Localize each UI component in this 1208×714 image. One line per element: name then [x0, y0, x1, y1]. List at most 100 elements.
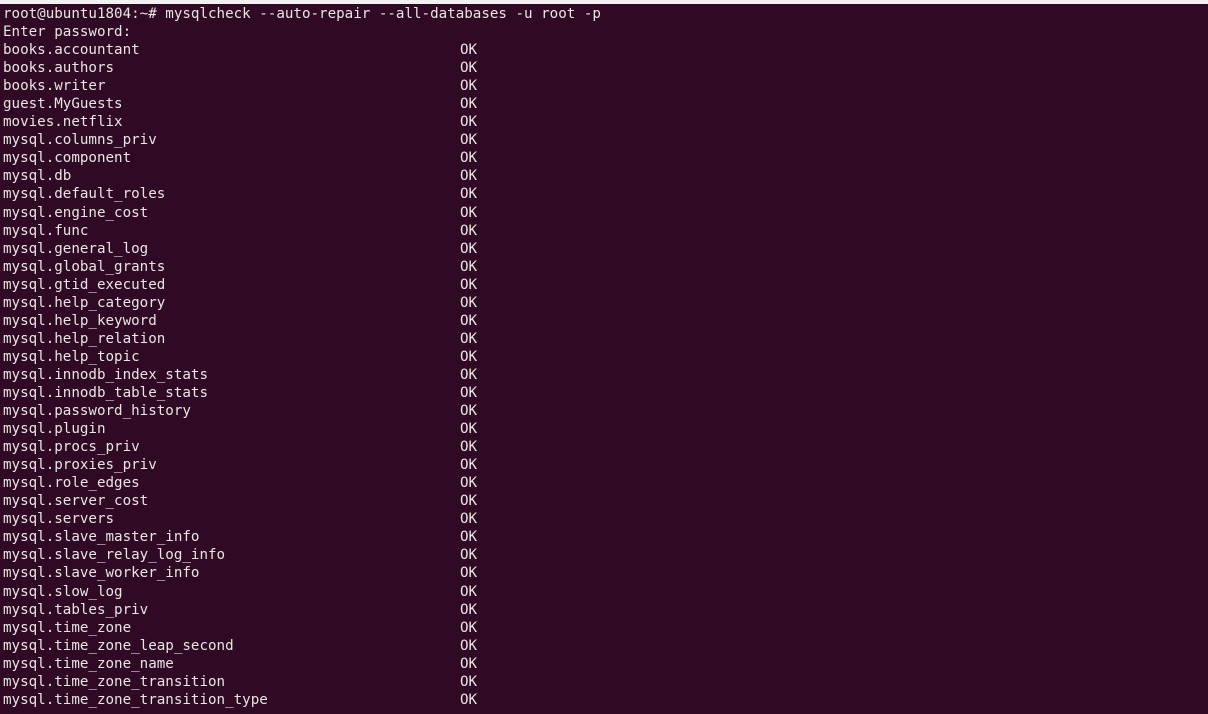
table-check-row: mysql.plugin OK	[3, 420, 1208, 438]
password-prompt-line: Enter password:	[3, 23, 1208, 41]
table-check-row: mysql.slave_relay_log_info OK	[3, 546, 1208, 564]
table-status: OK	[460, 366, 478, 383]
table-name: mysql.server_cost	[3, 493, 149, 510]
table-name: books.authors	[3, 60, 115, 77]
table-name: mysql.slave_relay_log_info	[3, 547, 226, 564]
table-check-row: mysql.global_grants OK	[3, 258, 1208, 276]
table-check-row: mysql.procs_priv OK	[3, 438, 1208, 456]
table-name: mysql.columns_priv	[3, 132, 157, 149]
table-status: OK	[460, 673, 478, 690]
table-name: mysql.slave_worker_info	[3, 565, 200, 582]
table-check-row: movies.netflix OK	[3, 113, 1208, 131]
table-name: mysql.role_edges	[3, 475, 140, 492]
table-check-row: mysql.slave_master_info OK	[3, 528, 1208, 546]
table-check-row: mysql.server_cost OK	[3, 492, 1208, 510]
table-status: OK	[460, 457, 478, 474]
password-prompt-text: Enter password:	[3, 24, 132, 41]
table-name: mysql.gtid_executed	[3, 276, 166, 293]
table-check-row: books.authors OK	[3, 59, 1208, 77]
table-status: OK	[460, 655, 478, 672]
table-name: mysql.time_zone	[3, 619, 132, 636]
table-status: OK	[460, 565, 478, 582]
table-status: OK	[460, 60, 478, 77]
table-name: mysql.innodb_table_stats	[3, 384, 208, 401]
table-status: OK	[460, 493, 478, 510]
table-name: mysql.proxies_priv	[3, 457, 157, 474]
table-status: OK	[460, 132, 478, 149]
table-name: mysql.plugin	[3, 421, 106, 438]
table-status: OK	[460, 168, 478, 185]
check-results-list: books.accountant OK books.authors OK books.w…	[3, 41, 1208, 709]
table-name: guest.MyGuests	[3, 96, 123, 113]
table-check-row: mysql.time_zone_transition OK	[3, 673, 1208, 691]
table-status: OK	[460, 421, 478, 438]
table-name: mysql.password_history	[3, 403, 191, 420]
table-status: OK	[460, 186, 478, 203]
table-name: mysql.help_keyword	[3, 312, 157, 329]
table-check-row: mysql.slave_worker_info OK	[3, 564, 1208, 582]
table-name: mysql.time_zone_transition	[3, 673, 226, 690]
table-name: mysql.help_relation	[3, 330, 166, 347]
table-status: OK	[460, 403, 478, 420]
table-status: OK	[460, 601, 478, 618]
table-name: mysql.help_topic	[3, 348, 140, 365]
table-check-row: mysql.default_roles OK	[3, 185, 1208, 203]
table-check-row: mysql.columns_priv OK	[3, 131, 1208, 149]
table-check-row: mysql.innodb_index_stats OK	[3, 366, 1208, 384]
table-status: OK	[460, 42, 478, 59]
table-status: OK	[460, 222, 478, 239]
table-check-row: mysql.help_topic OK	[3, 348, 1208, 366]
table-check-row: mysql.help_relation OK	[3, 330, 1208, 348]
table-status: OK	[460, 96, 478, 113]
table-status: OK	[460, 330, 478, 347]
table-status: OK	[460, 475, 478, 492]
table-check-row: books.accountant OK	[3, 41, 1208, 59]
table-name: mysql.slave_master_info	[3, 529, 200, 546]
table-name: mysql.general_log	[3, 240, 149, 257]
table-check-row: mysql.servers OK	[3, 510, 1208, 528]
table-status: OK	[460, 619, 478, 636]
table-status: OK	[460, 348, 478, 365]
table-name: mysql.engine_cost	[3, 204, 149, 221]
table-status: OK	[460, 529, 478, 546]
table-status: OK	[460, 294, 478, 311]
table-status: OK	[460, 204, 478, 221]
table-check-row: mysql.func OK	[3, 222, 1208, 240]
table-name: mysql.component	[3, 150, 132, 167]
table-status: OK	[460, 78, 478, 95]
window-top-edge	[0, 0, 1208, 4]
table-check-row: mysql.password_history OK	[3, 402, 1208, 420]
table-status: OK	[460, 240, 478, 257]
table-check-row: mysql.time_zone_name OK	[3, 655, 1208, 673]
table-name: mysql.global_grants	[3, 258, 166, 275]
table-status: OK	[460, 276, 478, 293]
table-check-row: mysql.general_log OK	[3, 240, 1208, 258]
table-check-row: mysql.db OK	[3, 167, 1208, 185]
table-check-row: mysql.slow_log OK	[3, 583, 1208, 601]
table-status: OK	[460, 312, 478, 329]
table-check-row: books.writer OK	[3, 77, 1208, 95]
table-check-row: mysql.component OK	[3, 149, 1208, 167]
table-name: mysql.servers	[3, 511, 115, 528]
table-name: mysql.func	[3, 222, 89, 239]
terminal-output-area[interactable]: root@ubuntu1804:~# mysqlcheck --auto-rep…	[0, 4, 1208, 714]
table-name: books.accountant	[3, 42, 140, 59]
table-name: mysql.help_category	[3, 294, 166, 311]
table-check-row: mysql.help_category OK	[3, 294, 1208, 312]
table-name: mysql.procs_priv	[3, 439, 140, 456]
table-status: OK	[460, 150, 478, 167]
table-name: mysql.time_zone_name	[3, 655, 174, 672]
table-name: mysql.db	[3, 168, 72, 185]
table-name: mysql.time_zone_leap_second	[3, 637, 234, 654]
table-status: OK	[460, 547, 478, 564]
table-check-row: mysql.gtid_executed OK	[3, 276, 1208, 294]
table-check-row: mysql.engine_cost OK	[3, 204, 1208, 222]
table-name: mysql.default_roles	[3, 186, 166, 203]
table-check-row: mysql.tables_priv OK	[3, 601, 1208, 619]
terminal-window[interactable]: root@ubuntu1804:~# mysqlcheck --auto-rep…	[0, 0, 1208, 714]
table-name: mysql.slow_log	[3, 583, 123, 600]
table-status: OK	[460, 258, 478, 275]
table-check-row: guest.MyGuests OK	[3, 95, 1208, 113]
table-check-row: mysql.time_zone_leap_second OK	[3, 637, 1208, 655]
table-name: books.writer	[3, 78, 106, 95]
